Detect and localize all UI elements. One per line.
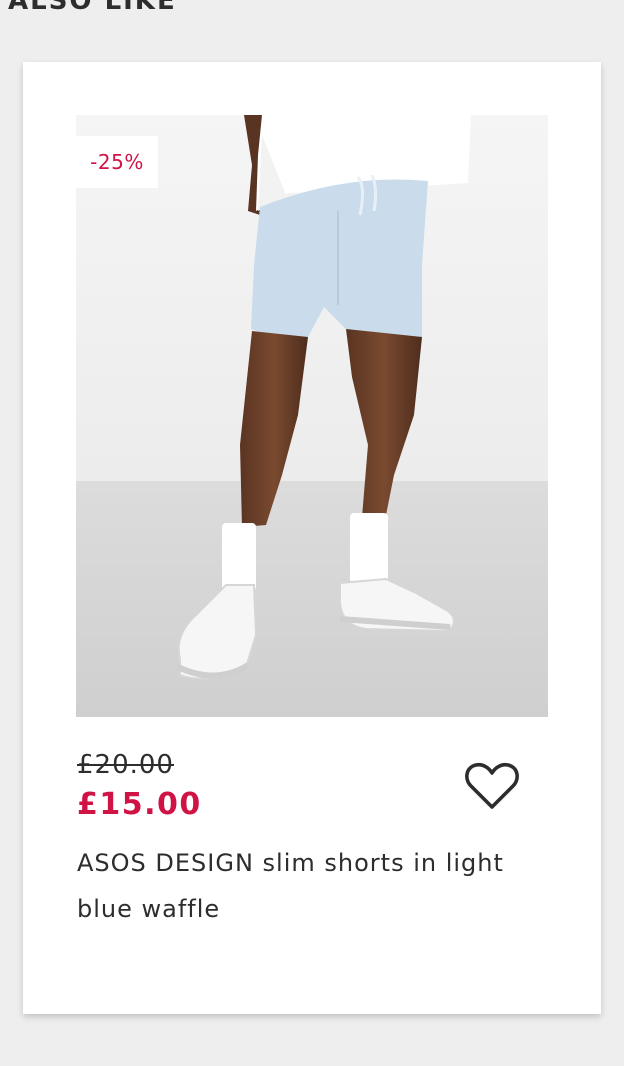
save-for-later-button[interactable] (459, 756, 525, 816)
section-heading: ALSO LIKE (8, 0, 177, 16)
discount-badge: -25% (76, 136, 158, 188)
product-image[interactable]: -25% (76, 115, 548, 717)
sale-price: £15.00 (77, 787, 202, 822)
product-card[interactable]: -25% £20.00 £15.00 ASOS DESIGN slim shor… (23, 62, 601, 1014)
heart-outline-icon (465, 762, 519, 809)
product-title[interactable]: ASOS DESIGN slim shorts in light blue wa… (77, 840, 527, 932)
original-price: £20.00 (77, 750, 174, 780)
